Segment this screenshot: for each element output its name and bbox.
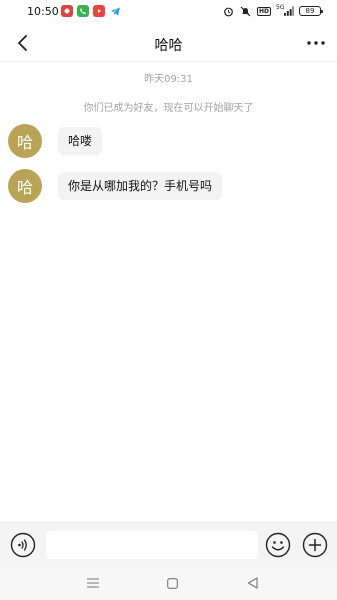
- emoji-button[interactable]: [265, 532, 291, 558]
- nav-menu-button[interactable]: [85, 575, 101, 591]
- menu-icon: [87, 578, 99, 588]
- chat-screen: 10:50 HD 5G 89 哈哈 昨天09:31 你们已成为好友，现在可以开始…: [0, 0, 337, 600]
- system-note: 你们已成为好友，现在可以开始聊天了: [83, 103, 254, 114]
- mute-icon: [240, 5, 252, 17]
- chat-header: 哈哈: [0, 24, 337, 62]
- plus-icon: [302, 532, 328, 558]
- message-timestamp: 昨天09:31: [144, 74, 193, 85]
- home-square-icon: [166, 577, 178, 589]
- message-bubble[interactable]: 哈喽: [58, 127, 103, 155]
- battery-indicator: 89: [299, 6, 323, 16]
- message-list[interactable]: 昨天09:31 你们已成为好友，现在可以开始聊天了 哈 哈喽 哈 你是从哪加我的…: [0, 62, 337, 522]
- phone-app-icon: [77, 5, 89, 17]
- page-title: 哈哈: [154, 38, 183, 54]
- telegram-app-icon: [109, 5, 121, 17]
- notification-icons: [61, 5, 121, 17]
- status-bar: 10:50 HD 5G 89: [0, 0, 337, 24]
- voice-input-button[interactable]: [10, 532, 36, 558]
- emoji-icon: [265, 532, 291, 558]
- voice-icon: [10, 532, 36, 558]
- message-row: 哈 你是从哪加我的？手机号吗: [8, 169, 223, 203]
- input-bar: [0, 522, 337, 566]
- system-status-icons: HD 5G 89: [223, 5, 323, 17]
- nav-home-button[interactable]: [164, 575, 180, 591]
- alarm-icon: [223, 5, 235, 17]
- message-bubble[interactable]: 你是从哪加我的？手机号吗: [58, 172, 223, 200]
- signal-icon: 5G: [276, 5, 294, 17]
- system-navigation-bar: [0, 566, 337, 600]
- network-label: 5G: [276, 4, 285, 11]
- message-row: 哈 哈喽: [8, 124, 103, 158]
- more-actions-button[interactable]: [302, 532, 328, 558]
- avatar[interactable]: 哈: [8, 124, 42, 158]
- back-triangle-icon: [247, 577, 258, 589]
- more-dots-icon: [307, 41, 325, 45]
- avatar[interactable]: 哈: [8, 169, 42, 203]
- video-app-icon: [93, 5, 105, 17]
- hd-badge: HD: [256, 6, 271, 16]
- more-options-button[interactable]: [305, 32, 327, 54]
- battery-level: 89: [305, 6, 315, 15]
- status-time: 10:50: [27, 5, 59, 18]
- message-input[interactable]: [46, 531, 258, 559]
- nav-back-button[interactable]: [244, 575, 260, 591]
- app-notification-icon-red: [61, 5, 73, 17]
